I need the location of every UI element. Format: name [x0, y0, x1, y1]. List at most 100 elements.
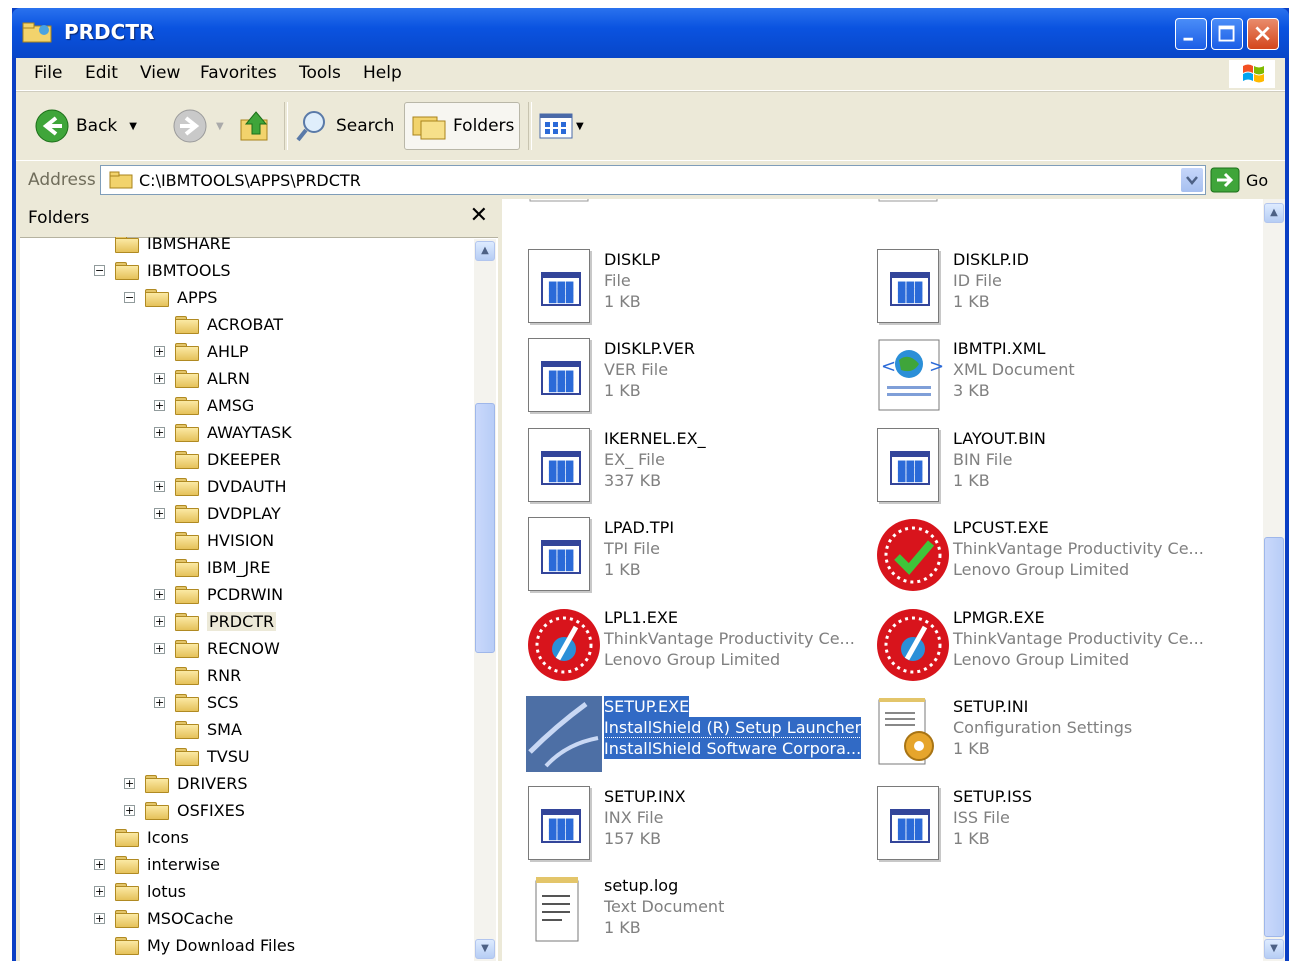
file-item[interactable]: ■■■ ■■■ ■■■ LAYOUT.BIN BIN File 1 KB [869, 424, 1209, 508]
file-item[interactable]: ■■■ ■■■ ■■■ SETUP.ISS ISS File 1 KB [869, 782, 1209, 866]
tree-node[interactable]: TVSU [154, 743, 250, 769]
tree-node[interactable]: IBMSHARE [94, 237, 231, 256]
menu-view[interactable]: View [140, 63, 180, 83]
file-item[interactable]: ■■■ ■■■ ■■■ IKERNEL.EX_ EX_ File 337 KB [520, 424, 860, 508]
collapse-icon[interactable]: − [124, 291, 135, 303]
folder-icon [175, 449, 199, 469]
folders-pane-header: Folders ✕ [20, 199, 498, 238]
menu-tools[interactable]: Tools [299, 63, 341, 83]
folder-tree-scrollbar[interactable]: ▲ ▼ [474, 239, 496, 961]
back-dropdown-icon[interactable]: ▼ [129, 121, 137, 132]
file-type: ThinkVantage Productivity Ce... [953, 539, 1204, 558]
address-field[interactable]: C:\IBMTOOLS\APPS\PRDCTR [100, 165, 1206, 195]
tree-node[interactable]: RNR [154, 662, 241, 688]
forward-button[interactable]: ▼ [172, 102, 224, 150]
folder-icon [115, 854, 139, 874]
generic-file-icon: ■■■ ■■■ ■■■ [875, 785, 951, 862]
forward-dropdown-icon[interactable]: ▼ [216, 121, 224, 132]
maximize-button[interactable] [1211, 18, 1243, 50]
file-item[interactable]: ■■■ ■■■ ■■■ DISKLP.VER VER File 1 KB [520, 334, 860, 418]
scroll-thumb[interactable] [475, 403, 495, 653]
file-item[interactable]: SETUP.INI Configuration Settings 1 KB [869, 692, 1209, 776]
close-window-button[interactable] [1247, 18, 1279, 50]
views-button[interactable]: ▼ [538, 102, 584, 150]
tree-node[interactable]: HVISION [154, 527, 274, 553]
tree-node[interactable]: − APPS [124, 284, 217, 310]
tree-node[interactable]: + ALRN [154, 365, 250, 391]
tree-node[interactable]: My Download Files [94, 932, 295, 958]
tree-node[interactable]: IBM_JRE [154, 554, 270, 580]
tree-node[interactable]: SMA [154, 716, 242, 742]
scroll-down-button[interactable]: ▼ [1264, 939, 1284, 959]
scroll-up-button[interactable]: ▲ [475, 241, 495, 261]
folder-icon [115, 908, 139, 928]
scroll-up-button[interactable]: ▲ [1264, 203, 1284, 223]
file-list-scrollbar[interactable]: ▲ ▼ [1263, 199, 1285, 961]
tree-node[interactable]: DKEEPER [154, 446, 281, 472]
tree-node-label: AWAYTASK [207, 422, 292, 442]
search-button[interactable]: Search [294, 102, 394, 150]
folders-button[interactable]: Folders [404, 102, 520, 150]
title-bar[interactable]: PRDCTR [12, 8, 1289, 58]
menu-favorites[interactable]: Favorites [200, 63, 277, 83]
tree-node-label: SMA [207, 719, 242, 739]
tree-node[interactable]: + RECNOW [154, 635, 280, 661]
file-item[interactable]: 1024 x 768PNG Image [520, 199, 860, 235]
expand-icon[interactable]: + [154, 426, 165, 438]
expand-icon[interactable]: + [94, 885, 105, 897]
tree-node[interactable]: Icons [94, 824, 189, 850]
up-folder-button[interactable] [238, 102, 274, 150]
tree-node[interactable]: + OSFIXES [124, 797, 245, 823]
file-item[interactable]: < > IBMTPI.XML XML Document 3 KB [869, 334, 1209, 418]
collapse-icon[interactable]: − [94, 264, 105, 276]
expand-icon[interactable]: + [154, 345, 165, 357]
tree-node[interactable]: + AWAYTASK [154, 419, 292, 445]
back-button[interactable]: Back ▼ [34, 102, 137, 150]
file-item[interactable]: ■■■ ■■■ ■■■ LPAD.TPI TPI File 1 KB [520, 513, 860, 597]
expand-icon[interactable]: + [124, 804, 135, 816]
close-folders-pane-icon[interactable]: ✕ [470, 203, 488, 228]
views-dropdown-icon[interactable]: ▼ [576, 121, 584, 132]
scroll-down-button[interactable]: ▼ [475, 939, 495, 959]
tree-node[interactable]: + DVDPLAY [154, 500, 281, 526]
file-item[interactable]: SETUP.EXE InstallShield (R) Setup Launche… [520, 692, 863, 776]
file-item[interactable]: LPCUST.EXE ThinkVantage Productivity Ce..… [869, 513, 1209, 597]
menu-edit[interactable]: Edit [85, 63, 118, 83]
tree-node[interactable]: ACROBAT [154, 311, 283, 337]
file-item[interactable]: ■■■ ■■■ ■■■ DISKLP.ID ID File 1 KB [869, 245, 1209, 329]
expand-icon[interactable]: + [154, 507, 165, 519]
file-item[interactable]: LPMGR.EXE ThinkVantage Productivity Ce...… [869, 603, 1209, 687]
go-button[interactable]: Go [1210, 165, 1280, 195]
expand-icon[interactable]: + [154, 399, 165, 411]
menu-file[interactable]: File [34, 63, 62, 83]
expand-icon[interactable]: + [154, 480, 165, 492]
tree-node[interactable]: + interwise [94, 851, 220, 877]
tree-node[interactable]: − IBMTOOLS [94, 257, 231, 283]
tree-node[interactable]: + SCS [154, 689, 238, 715]
expand-icon[interactable]: + [94, 858, 105, 870]
menu-help[interactable]: Help [363, 63, 402, 83]
tree-node[interactable]: + PRDCTR [154, 608, 277, 634]
tree-node[interactable]: + AHLP [154, 338, 249, 364]
expand-icon[interactable]: + [154, 588, 165, 600]
file-item[interactable]: setup.log Text Document 1 KB [520, 871, 860, 955]
file-item[interactable]: ■■■ ■■■ ■■■ DISKLP File 1 KB [520, 245, 860, 329]
tree-node[interactable]: + DVDAUTH [154, 473, 286, 499]
expand-icon[interactable]: + [154, 696, 165, 708]
file-item[interactable]: 1024 x 768PNG Image [869, 199, 1209, 235]
expand-icon[interactable]: + [94, 912, 105, 924]
file-item[interactable]: LPL1.EXE ThinkVantage Productivity Ce... L… [520, 603, 860, 687]
address-dropdown-button[interactable] [1181, 168, 1203, 192]
tree-node[interactable]: + DRIVERS [124, 770, 247, 796]
expand-icon[interactable]: + [154, 372, 165, 384]
expand-icon[interactable]: + [154, 615, 165, 627]
scroll-thumb[interactable] [1264, 537, 1284, 937]
minimize-button[interactable] [1175, 18, 1207, 50]
file-item[interactable]: ■■■ ■■■ ■■■ SETUP.INX INX File 157 KB [520, 782, 860, 866]
expand-icon[interactable]: + [124, 777, 135, 789]
tree-node[interactable]: + AMSG [154, 392, 254, 418]
tree-node[interactable]: + PCDRWIN [154, 581, 283, 607]
tree-node[interactable]: + lotus [94, 878, 186, 904]
expand-icon[interactable]: + [154, 642, 165, 654]
tree-node[interactable]: + MSOCache [94, 905, 233, 931]
